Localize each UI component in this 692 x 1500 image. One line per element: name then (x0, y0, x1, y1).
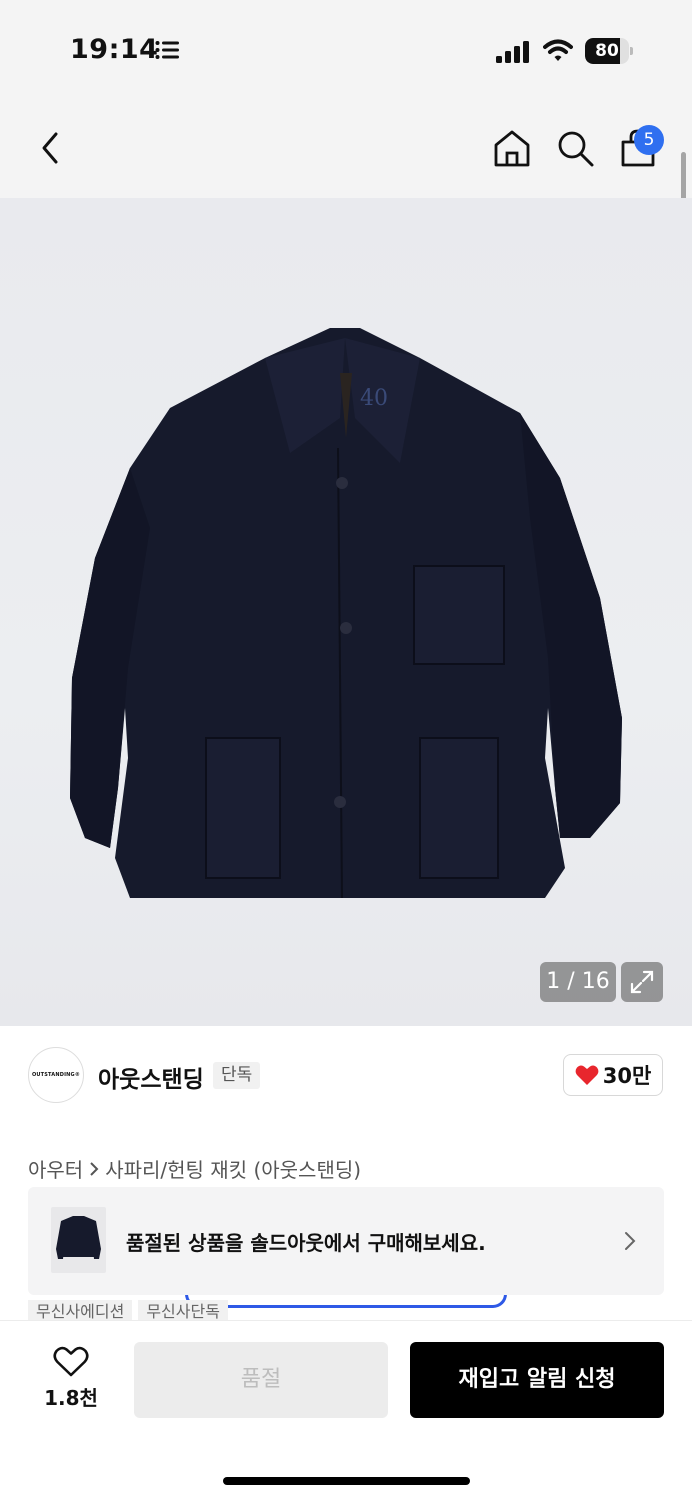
expand-icon (630, 970, 654, 994)
soldout-button[interactable]: 품절 (134, 1342, 388, 1418)
banner-thumbnail (51, 1207, 106, 1273)
product-tags: 무신사에디션 무신사단독 (28, 1300, 228, 1322)
home-icon (494, 130, 530, 167)
product-tag[interactable]: 무신사에디션 (28, 1300, 133, 1322)
soldout-banner-text: 품절된 상품을 솔드아웃에서 구매해보세요. (126, 1231, 486, 1255)
heart-icon (575, 1065, 599, 1085)
soldout-banner[interactable]: 품절된 상품을 솔드아웃에서 구매해보세요. (28, 1187, 664, 1295)
search-icon (558, 131, 594, 167)
list-icon (155, 41, 179, 59)
home-button[interactable] (490, 126, 534, 170)
status-bar: 19:14 80 (0, 0, 692, 100)
exclusive-tag: 단독 (213, 1062, 261, 1089)
product-image[interactable]: 40 (0, 198, 692, 1026)
heart-outline-icon (53, 1346, 89, 1377)
brand-logo[interactable]: OUTSTANDING® (28, 1047, 84, 1103)
status-time: 19:14 (70, 34, 159, 65)
battery-indicator: 80 (585, 38, 633, 64)
expand-image-button[interactable] (621, 962, 663, 1002)
image-counter: 1 / 16 (540, 962, 616, 1002)
jacket-image: 40 (70, 328, 622, 899)
chevron-right-icon (625, 1232, 636, 1250)
product-tag[interactable]: 무신사단독 (138, 1300, 228, 1322)
home-indicator (223, 1477, 470, 1485)
brand-like-count: 30만 (602, 1064, 652, 1088)
signal-icon (496, 41, 529, 63)
wifi-icon (543, 39, 573, 61)
breadcrumb: 아우터 사파리/헌팅 재킷 (아웃스탠딩) (28, 1154, 361, 1183)
restock-alert-button[interactable]: 재입고 알림 신청 (410, 1342, 664, 1418)
brand-logo-text: OUTSTANDING® (31, 1072, 81, 1078)
back-button[interactable] (28, 126, 72, 170)
chevron-right-icon (90, 1161, 99, 1176)
breadcrumb-parent[interactable]: 아우터 (28, 1154, 83, 1183)
wishlist-count: 1.8천 (44, 1386, 98, 1410)
nav-header (0, 100, 692, 198)
battery-level: 80 (595, 41, 619, 61)
cart-count-badge: 5 (634, 125, 664, 155)
svg-text:40: 40 (360, 386, 388, 411)
breadcrumb-current[interactable]: 사파리/헌팅 재킷 (아웃스탠딩) (105, 1154, 361, 1183)
search-button[interactable] (553, 126, 597, 170)
brand-name[interactable]: 아웃스탠딩 (98, 1060, 204, 1094)
wishlist-button[interactable]: 1.8천 (38, 1346, 104, 1416)
brand-like-button[interactable]: 30만 (563, 1054, 663, 1096)
jacket-thumbnail-image (56, 1216, 101, 1259)
back-icon (42, 132, 58, 164)
